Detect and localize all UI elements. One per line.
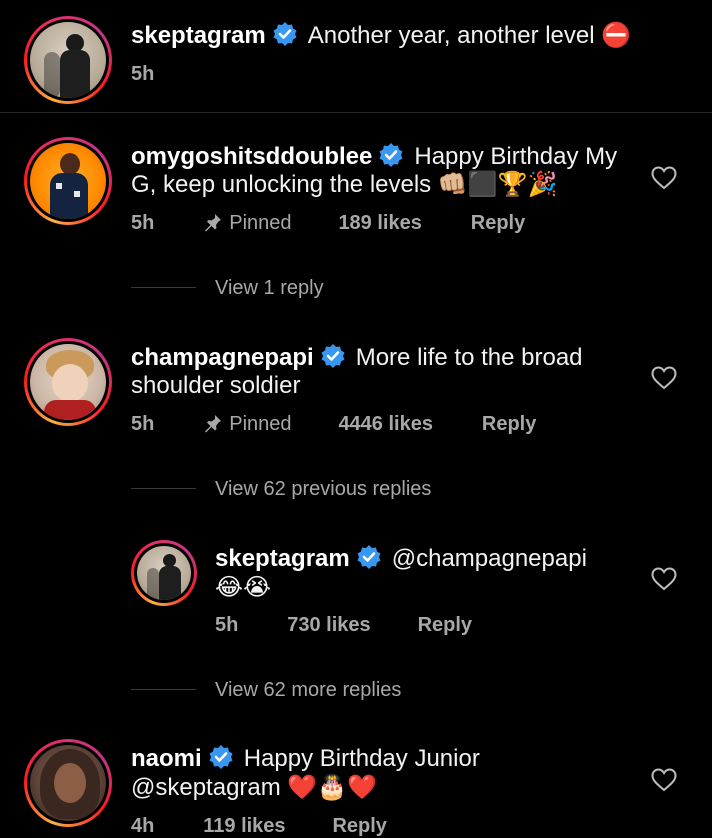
reply-author-avatar[interactable] (131, 540, 197, 606)
post-time: 5h (131, 63, 155, 85)
view-replies-link[interactable]: View 1 reply (215, 277, 324, 300)
reply-button[interactable]: Reply (418, 614, 472, 636)
comment-time: 5h (131, 413, 155, 435)
pin-icon (205, 415, 222, 433)
commenter-avatar[interactable] (24, 739, 112, 827)
verified-badge-icon (378, 142, 405, 168)
comment-username[interactable]: champagnepapi (131, 344, 314, 371)
likes-count[interactable]: 4446 likes (338, 413, 433, 435)
verified-badge-icon (207, 744, 234, 770)
heart-icon[interactable] (651, 567, 677, 591)
post-author-avatar[interactable] (24, 16, 112, 104)
view-more-replies-link[interactable]: View 62 more replies (215, 679, 401, 702)
replies-divider (131, 689, 196, 690)
likes-count[interactable]: 730 likes (287, 614, 370, 636)
replies-divider (131, 287, 196, 288)
comment-time: 5h (131, 212, 155, 234)
post-caption: Another year, another level ⛔ (307, 22, 632, 49)
commenter-avatar[interactable] (24, 338, 112, 426)
pinned-label: Pinned (229, 212, 292, 234)
replies-divider (131, 488, 196, 489)
reply-button[interactable]: Reply (332, 815, 386, 837)
reply-time: 5h (215, 614, 239, 636)
reply-button[interactable]: Reply (471, 212, 525, 234)
likes-count[interactable]: 119 likes (203, 815, 285, 837)
comment-username[interactable]: omygoshitsddoublee (131, 143, 372, 170)
comment-text-line2: shoulder soldier (131, 372, 301, 399)
comment-username[interactable]: naomi (131, 745, 202, 772)
comment-text-line1: Happy Birthday Junior (243, 745, 480, 772)
verified-badge-icon (319, 343, 346, 369)
comment-text-line1: Happy Birthday My (414, 143, 618, 170)
pin-icon (205, 214, 222, 232)
comment-text-line1: More life to the broad (355, 344, 583, 371)
heart-icon[interactable] (651, 768, 677, 792)
pinned-label: Pinned (229, 413, 292, 435)
comment-text-line2: G, keep unlocking the levels 👊🏼⬛🏆🎉 (131, 171, 558, 198)
comment-time: 4h (131, 815, 155, 837)
heart-icon[interactable] (651, 166, 677, 190)
reply-button[interactable]: Reply (482, 413, 536, 435)
verified-badge-icon (355, 544, 382, 570)
commenter-avatar[interactable] (24, 137, 112, 225)
reply-username[interactable]: skeptagram (215, 545, 350, 572)
reply-text-line2: 😂😭 (215, 574, 272, 601)
reply-text-line1: @champagnepapi (391, 545, 587, 572)
view-previous-replies-link[interactable]: View 62 previous replies (215, 478, 431, 501)
comment-text-line2: @skeptagram ❤️🎂❤️ (131, 774, 378, 801)
header-divider (0, 112, 712, 113)
verified-badge-icon (271, 21, 298, 47)
likes-count[interactable]: 189 likes (338, 212, 421, 234)
heart-icon[interactable] (651, 366, 677, 390)
post-author-username[interactable]: skeptagram (131, 22, 266, 49)
